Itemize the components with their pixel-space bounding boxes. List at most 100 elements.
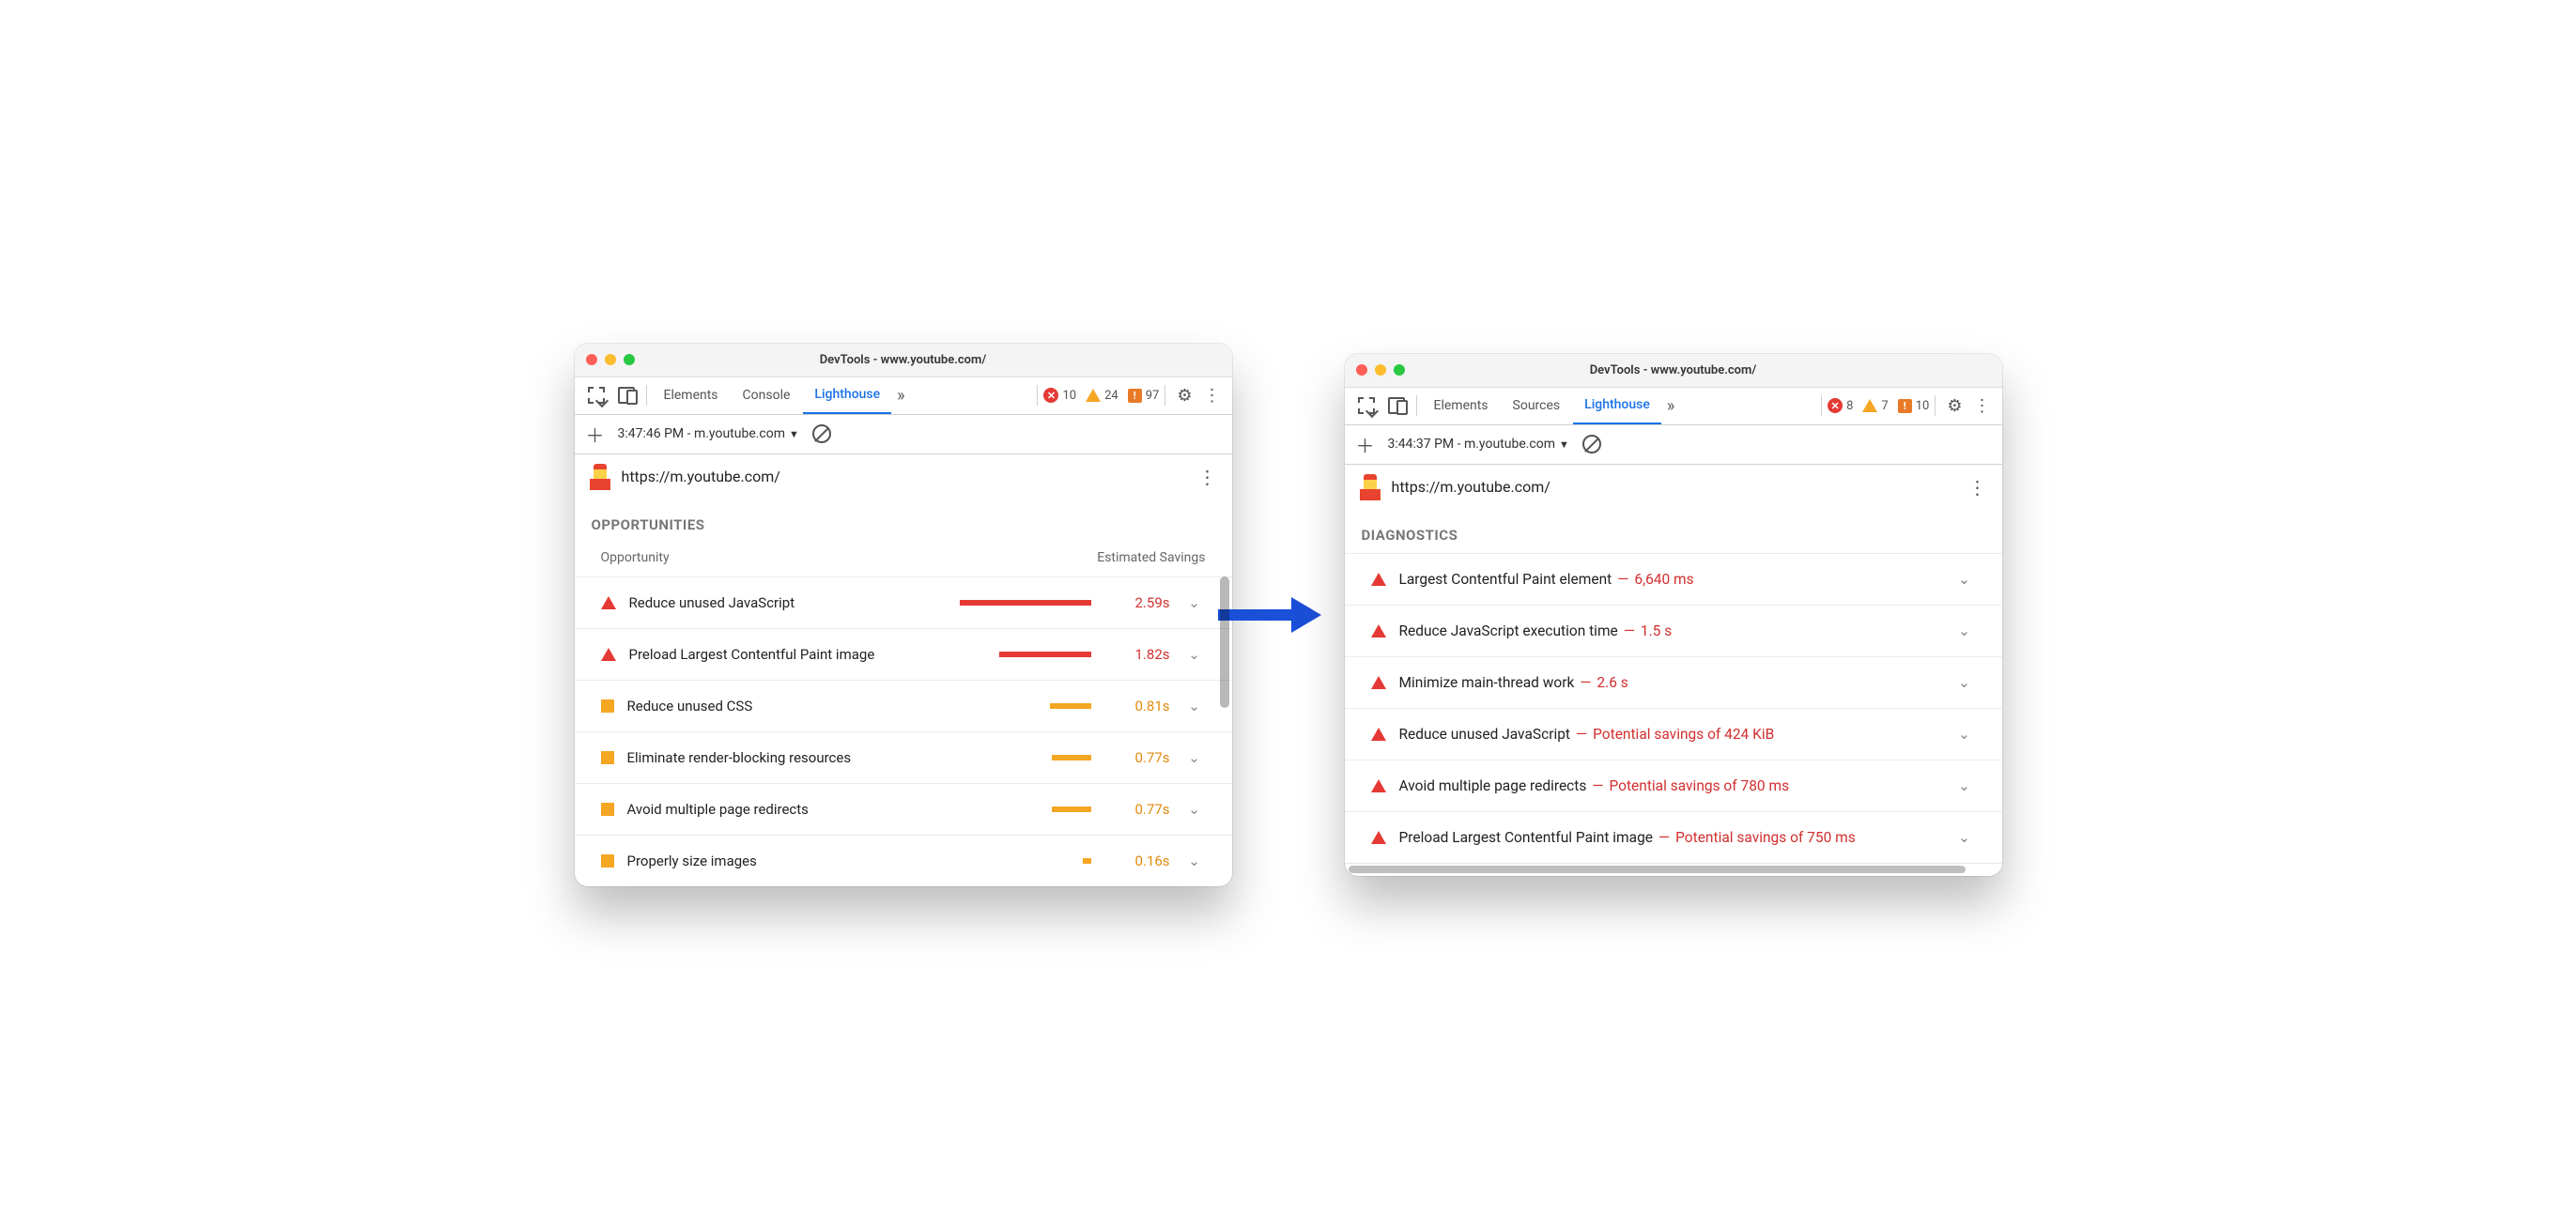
close-icon[interactable] — [586, 354, 597, 365]
kebab-icon[interactable]: ⋮ — [1200, 386, 1225, 406]
lighthouse-logo-icon — [590, 464, 610, 490]
titlebar: DevTools - www.youtube.com/ — [575, 344, 1232, 377]
device-toggle-icon[interactable] — [1382, 388, 1411, 424]
chevron-down-icon[interactable]: ⌄ — [1953, 726, 1976, 743]
info-badge[interactable]: ! 10 — [1898, 399, 1930, 413]
tab-lighthouse[interactable]: Lighthouse — [1573, 388, 1661, 424]
chevron-down-icon[interactable]: ⌄ — [1953, 571, 1976, 588]
chevron-down-icon[interactable]: ⌄ — [1183, 801, 1206, 818]
diagnostic-value: Potential savings of 424 KiB — [1593, 726, 1774, 743]
lighthouse-logo-icon — [1360, 474, 1381, 500]
chevron-down-icon[interactable]: ⌄ — [1953, 674, 1976, 691]
tab-elements[interactable]: Elements — [1423, 388, 1500, 424]
savings-value: 0.77s — [1104, 749, 1170, 766]
inspect-icon[interactable] — [1352, 388, 1381, 424]
tab-elements[interactable]: Elements — [653, 377, 730, 414]
error-icon: ✕ — [1828, 398, 1843, 413]
chevron-down-icon[interactable]: ⌄ — [1183, 646, 1206, 663]
scrollbar-thumb[interactable] — [1220, 576, 1229, 708]
chevron-down-icon[interactable]: ⌄ — [1183, 594, 1206, 611]
opportunity-row[interactable]: Eliminate render-blocking resources0.77s… — [575, 731, 1232, 783]
minimize-icon[interactable] — [1375, 364, 1386, 376]
diagnostic-row[interactable]: Reduce JavaScript execution time—1.5 s⌄ — [1345, 605, 2002, 656]
savings-value: 0.77s — [1104, 801, 1170, 818]
errors-badge[interactable]: ✕ 8 — [1828, 398, 1853, 413]
horizontal-scrollbar[interactable] — [1345, 863, 2002, 876]
report-menu-icon[interactable]: ⋮ — [1198, 466, 1217, 488]
scrollbar-thumb[interactable] — [1349, 866, 1966, 873]
tab-console[interactable]: Console — [732, 377, 802, 414]
severity-icon — [1371, 728, 1386, 741]
new-report-icon[interactable]: ＋ — [586, 421, 605, 448]
opportunity-row[interactable]: Properly size images 0.16s ⌄ — [575, 835, 1232, 886]
warnings-badge[interactable]: 7 — [1862, 399, 1888, 413]
warnings-badge[interactable]: 24 — [1086, 389, 1118, 403]
tab-sources[interactable]: Sources — [1502, 388, 1572, 424]
savings-value: 0.81s — [1104, 698, 1170, 714]
opportunity-title: Reduce unused CSS — [627, 698, 947, 714]
opportunity-row[interactable]: Reduce unused CSS 0.81s ⌄ — [575, 680, 1232, 731]
chevron-down-icon[interactable]: ⌄ — [1953, 829, 1976, 846]
devtools-window-left: DevTools - www.youtube.com/ Elements Con… — [575, 344, 1232, 886]
diagnostic-value: 6,640 ms — [1634, 571, 1693, 588]
report-menu-icon[interactable]: ⋮ — [1968, 476, 1987, 499]
maximize-icon[interactable] — [1394, 364, 1405, 376]
report-selector[interactable]: 3:44:37 PM - m.youtube.com ▼ — [1388, 437, 1569, 452]
clear-icon[interactable] — [812, 424, 831, 443]
severity-icon — [1371, 779, 1386, 792]
chevron-down-icon[interactable]: ⌄ — [1953, 777, 1976, 794]
diagnostic-row[interactable]: Reduce unused JavaScript—Potential savin… — [1345, 708, 2002, 760]
info-count: 97 — [1146, 389, 1160, 403]
chevron-down-icon[interactable]: ⌄ — [1953, 622, 1976, 639]
new-report-icon[interactable]: ＋ — [1356, 431, 1375, 458]
diagnostic-row[interactable]: Largest Contentful Paint element—6,640 m… — [1345, 553, 2002, 605]
errors-badge[interactable]: ✕ 10 — [1043, 388, 1076, 403]
opportunity-row[interactable]: Preload Largest Contentful Paint image1.… — [575, 628, 1232, 680]
clear-icon[interactable] — [1582, 435, 1601, 453]
diagnostic-title: Minimize main-thread work — [1399, 674, 1575, 691]
maximize-icon[interactable] — [624, 354, 635, 365]
kebab-icon[interactable]: ⋮ — [1970, 396, 1995, 416]
diagnostic-title: Reduce unused JavaScript — [1399, 726, 1571, 743]
warning-icon — [1086, 389, 1101, 402]
severity-icon — [601, 854, 614, 868]
diagnostic-title: Avoid multiple page redirects — [1399, 777, 1587, 794]
tab-lighthouse[interactable]: Lighthouse — [803, 377, 891, 414]
inspect-icon[interactable] — [582, 377, 610, 414]
report-label: 3:47:46 PM - m.youtube.com — [618, 426, 786, 441]
report-selector[interactable]: 3:47:46 PM - m.youtube.com ▼ — [618, 426, 799, 441]
url-row: https://m.youtube.com/ ⋮ — [575, 454, 1232, 499]
savings-bar — [960, 807, 1091, 812]
dash-icon: — — [1592, 777, 1603, 794]
chevron-down-icon[interactable]: ⌄ — [1183, 853, 1206, 869]
info-badge[interactable]: ! 97 — [1128, 389, 1160, 403]
window-title: DevTools - www.youtube.com/ — [1345, 363, 2002, 377]
chevron-down-icon[interactable]: ⌄ — [1183, 749, 1206, 766]
gear-icon[interactable]: ⚙ — [1941, 396, 1967, 416]
more-tabs-icon[interactable]: » — [1663, 396, 1678, 416]
more-tabs-icon[interactable]: » — [893, 386, 908, 406]
diagnostic-row[interactable]: Minimize main-thread work—2.6 s ⌄ — [1345, 656, 2002, 708]
arrow-icon — [1251, 591, 1326, 638]
info-icon: ! — [1898, 399, 1912, 413]
chevron-down-icon[interactable]: ⌄ — [1183, 698, 1206, 714]
savings-value: 0.16s — [1104, 853, 1170, 869]
opportunity-title: Avoid multiple page redirects — [627, 801, 947, 818]
errors-count: 10 — [1062, 389, 1076, 403]
diagnostic-text: Minimize main-thread work—2.6 s — [1399, 674, 1940, 691]
opportunity-title: Properly size images — [627, 853, 947, 869]
diagnostic-row[interactable]: Preload Largest Contentful Paint image—P… — [1345, 811, 2002, 863]
savings-bar — [960, 755, 1091, 760]
gear-icon[interactable]: ⚙ — [1171, 386, 1197, 406]
minimize-icon[interactable] — [605, 354, 616, 365]
opportunity-row[interactable]: Reduce unused JavaScript2.59s⌄ — [575, 576, 1232, 628]
opportunity-row[interactable]: Avoid multiple page redirects 0.77s ⌄ — [575, 783, 1232, 835]
severity-icon — [1371, 831, 1386, 844]
diagnostic-row[interactable]: Avoid multiple page redirects—Potential … — [1345, 760, 2002, 811]
diagnostics-list: Largest Contentful Paint element — 6,640 m… — [1345, 553, 2002, 863]
report-label: 3:44:37 PM - m.youtube.com — [1388, 437, 1556, 452]
close-icon[interactable] — [1356, 364, 1367, 376]
device-toggle-icon[interactable] — [612, 377, 640, 414]
diagnostic-title: Largest Contentful Paint element — [1399, 571, 1612, 588]
info-icon: ! — [1128, 389, 1142, 403]
